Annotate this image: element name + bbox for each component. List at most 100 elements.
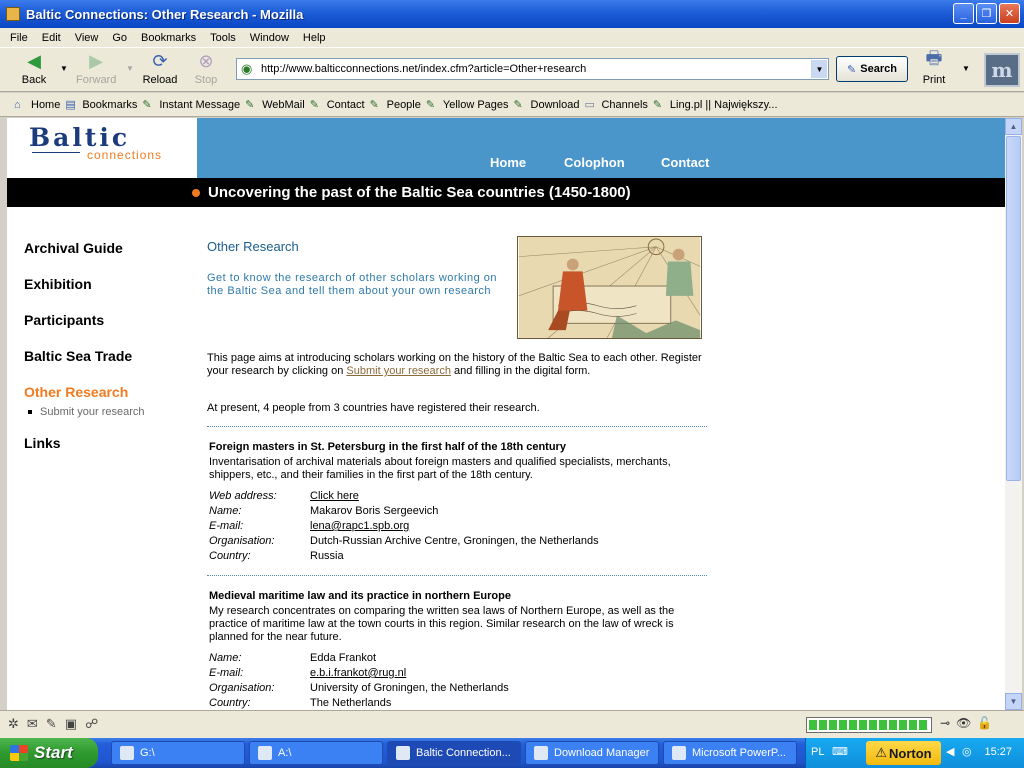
navigation-toolbar: ◀ Back ▼ ▶ Forward ▼ ⟳ Reload ⊗ Stop ◉ ▼…	[0, 48, 1024, 92]
page-proxy-icon[interactable]: ◉	[241, 61, 257, 77]
divider	[207, 575, 707, 576]
minimize-button[interactable]: _	[953, 3, 974, 24]
tray-expand-icon[interactable]: ◀	[946, 745, 954, 758]
scroll-up-button[interactable]: ▲	[1005, 118, 1022, 135]
menu-file[interactable]: File	[10, 32, 28, 44]
page-title: Other Research	[207, 239, 299, 254]
close-button[interactable]: ✕	[999, 3, 1020, 24]
submit-research-link[interactable]: Submit your research	[346, 365, 451, 377]
research-org-row: Organisation: University of Groningen, t…	[209, 682, 509, 694]
taskbar-clock[interactable]: 15:27	[984, 746, 1012, 758]
stop-icon: ⊗	[198, 50, 214, 71]
topnav-home[interactable]: Home	[490, 155, 526, 170]
sidebar-item-other-research[interactable]: Other Research	[24, 384, 128, 400]
research-email-link[interactable]: e.b.i.frankot@rug.nl	[310, 667, 406, 679]
menu-edit[interactable]: Edit	[42, 32, 61, 44]
logo-rule	[32, 152, 80, 153]
page-viewport: Baltic connections Home Colophon Contact…	[7, 118, 1005, 710]
sidebar-item-exhibition[interactable]: Exhibition	[24, 276, 92, 292]
task-drive-a[interactable]: A:\	[249, 741, 383, 765]
bookmark-yellow-pages[interactable]: ✎ Yellow Pages	[426, 99, 509, 111]
sidebar-item-participants[interactable]: Participants	[24, 312, 104, 328]
menu-help[interactable]: Help	[303, 32, 326, 44]
url-input[interactable]	[261, 63, 811, 75]
language-indicator[interactable]: PL	[811, 746, 824, 758]
sidebar-item-links[interactable]: Links	[24, 435, 61, 451]
back-arrow-icon: ◀	[27, 50, 41, 71]
back-button[interactable]: ◀ Back	[14, 50, 54, 87]
site-logo[interactable]: Baltic connections	[7, 118, 197, 178]
scroll-thumb[interactable]	[1006, 136, 1021, 481]
forward-arrow-icon: ▶	[89, 50, 103, 71]
task-powerpoint[interactable]: Microsoft PowerP...	[663, 741, 797, 765]
mozilla-throbber-icon[interactable]: m	[984, 53, 1020, 87]
task-drive-g[interactable]: G:\	[111, 741, 245, 765]
print-button[interactable]: 🖶 Print	[914, 48, 954, 86]
menu-tools[interactable]: Tools	[210, 32, 236, 44]
scroll-down-button[interactable]: ▼	[1005, 693, 1022, 710]
home-icon: ⌂	[14, 98, 21, 111]
url-history-dropdown[interactable]: ▼	[811, 60, 827, 78]
download-icon	[534, 746, 548, 760]
header-band: Home Colophon Contact	[197, 118, 1005, 178]
vertical-scrollbar[interactable]: ▲ ▼	[1005, 118, 1022, 710]
mail-icon[interactable]: ✉	[27, 716, 38, 732]
research-email-link[interactable]: lena@rapc1.spb.org	[310, 520, 409, 532]
sidebar-item-archival-guide[interactable]: Archival Guide	[24, 240, 123, 256]
bookmark-page-icon: ✎	[142, 98, 152, 111]
stop-button[interactable]: ⊗ Stop	[186, 50, 226, 87]
topnav-colophon[interactable]: Colophon	[564, 155, 625, 170]
irc-chat-icon[interactable]: ☍	[85, 716, 98, 732]
bookmark-instant-message[interactable]: ✎ Instant Message	[142, 99, 240, 111]
bookmark-contact[interactable]: ✎ Contact	[310, 99, 365, 111]
address-book-icon[interactable]: ▣	[65, 716, 77, 732]
bookmark-page-icon: ✎	[369, 98, 379, 111]
forward-button[interactable]: ▶ Forward	[76, 50, 116, 87]
popup-blocker-icon[interactable]: 👁	[956, 716, 971, 730]
start-button[interactable]: Start	[0, 738, 98, 768]
site-tagline-bar: Uncovering the past of the Baltic Sea co…	[7, 178, 1005, 207]
back-history-dropdown[interactable]: ▼	[60, 64, 68, 73]
site-header: Baltic connections Home Colophon Contact	[7, 118, 1005, 178]
research-web-row: Web address: Click here	[209, 490, 359, 502]
bookmark-people[interactable]: ✎ People	[370, 99, 421, 111]
network-icon[interactable]: ◎	[962, 745, 972, 758]
sidebar-item-baltic-sea-trade[interactable]: Baltic Sea Trade	[24, 348, 132, 364]
bookmark-channels[interactable]: ▭ Channels	[584, 99, 647, 111]
forward-history-dropdown[interactable]: ▼	[126, 64, 134, 73]
security-lock-icon[interactable]: 🔓	[977, 716, 992, 730]
bookmark-page-icon: ✎	[513, 98, 523, 111]
online-status-icon[interactable]: ⊸	[940, 716, 950, 730]
bookmark-download[interactable]: ✎ Download	[514, 99, 580, 111]
sidebar-subitem-submit-research[interactable]: Submit your research	[28, 406, 145, 418]
research-web-link[interactable]: Click here	[310, 490, 359, 502]
menu-bookmarks[interactable]: Bookmarks	[141, 32, 196, 44]
maximize-button[interactable]: ❐	[976, 3, 997, 24]
search-button[interactable]: ✎ Search	[836, 56, 908, 82]
bookmark-page-icon: ✎	[309, 98, 319, 111]
mozilla-app-icon	[396, 746, 410, 760]
keyboard-icon[interactable]: ⌨	[832, 745, 848, 758]
bookmark-ling-pl[interactable]: ✎ Ling.pl || Największy...	[653, 99, 778, 111]
bookmark-webmail[interactable]: ✎ WebMail	[245, 99, 305, 111]
print-dropdown[interactable]: ▼	[962, 64, 970, 73]
bookmark-home[interactable]: ⌂ Home	[14, 99, 60, 111]
bookmark-bookmarks[interactable]: ▤ Bookmarks	[65, 99, 137, 111]
task-mozilla[interactable]: Baltic Connection...	[387, 741, 521, 765]
window-titlebar[interactable]: Baltic Connections: Other Research - Moz…	[0, 0, 1024, 28]
reload-button[interactable]: ⟳ Reload	[140, 50, 180, 87]
url-bar[interactable]: ◉ ▼	[236, 58, 829, 80]
menu-go[interactable]: Go	[112, 32, 127, 44]
topnav-contact[interactable]: Contact	[661, 155, 709, 170]
norton-button[interactable]: ⚠ Norton	[866, 741, 941, 765]
printer-icon: 🖶	[925, 48, 943, 68]
menu-window[interactable]: Window	[250, 32, 289, 44]
research-description: My research concentrates on comparing th…	[209, 605, 675, 643]
task-download-manager[interactable]: Download Manager	[525, 741, 659, 765]
navigator-icon[interactable]: ✲	[8, 716, 19, 732]
menu-view[interactable]: View	[75, 32, 99, 44]
intro-paragraph: This page aims at introducing scholars w…	[207, 352, 702, 377]
square-bullet-icon	[28, 410, 32, 414]
historical-illustration	[517, 236, 702, 339]
composer-icon[interactable]: ✎	[46, 716, 57, 732]
